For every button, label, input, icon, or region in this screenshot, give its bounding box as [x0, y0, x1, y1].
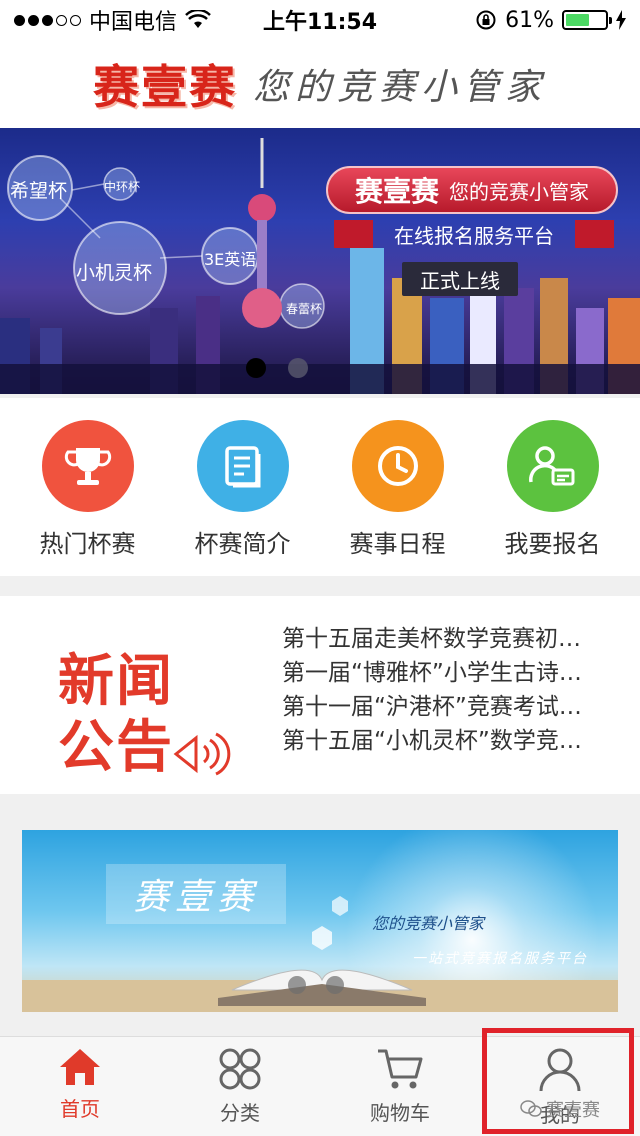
wifi-icon	[185, 10, 211, 28]
wechat-icon	[520, 1100, 542, 1117]
banner-pager	[246, 358, 308, 378]
bubble-label: 3E英语	[204, 250, 257, 269]
news-logo-line2: 公告	[58, 715, 174, 780]
bubble-label: 小机灵杯	[76, 262, 153, 284]
document-icon	[196, 420, 289, 512]
promo-banner[interactable]: 赛壹赛 您的竞赛小管家 一站式竞赛报名服务平台	[22, 830, 618, 1012]
news-section: 新闻 公告 第十五届走美杯数学竞赛初… 第一届“博雅杯”小学生古诗… 第十一届“…	[0, 596, 640, 794]
status-left: 中国电信	[14, 4, 211, 36]
megaphone-icon	[173, 732, 231, 776]
banner-title: 赛壹赛	[354, 175, 439, 208]
watermark: 赛壹赛	[520, 1096, 600, 1122]
news-item[interactable]: 第十五届走美杯数学竞赛初…	[282, 622, 630, 656]
hero-banner[interactable]: 希望杯 中环杯 小机灵杯 3E英语 春蕾杯 赛壹赛 您的竞赛小管家 在线报名服务…	[0, 128, 640, 394]
news-logo: 新闻 公告	[50, 620, 240, 780]
banner-launch-badge: 正式上线	[402, 262, 518, 296]
tab-label: 购物车	[370, 1101, 430, 1125]
pager-dot-active[interactable]	[246, 358, 266, 378]
banner-title-sub: 您的竞赛小管家	[449, 179, 589, 204]
battery-percent: 61%	[505, 7, 554, 33]
category-register[interactable]: 我要报名	[483, 420, 623, 576]
status-bar: 中国电信 上午11:54 61%	[0, 0, 640, 40]
category-schedule[interactable]: 赛事日程	[328, 420, 468, 576]
bubble-label: 希望杯	[10, 180, 68, 202]
rotation-lock-icon	[476, 10, 496, 30]
carrier-label: 中国电信	[89, 10, 178, 35]
promo-title: 赛壹赛	[106, 864, 286, 924]
category-icon	[219, 1048, 261, 1090]
tab-home[interactable]: 首页	[0, 1037, 160, 1136]
trophy-icon	[41, 420, 134, 512]
news-item[interactable]: 第十一届“沪港杯”竞赛考试…	[282, 690, 630, 724]
promo-pager	[288, 976, 344, 994]
pager-dot[interactable]	[288, 976, 306, 994]
tab-label: 分类	[220, 1101, 260, 1125]
news-item[interactable]: 第一届“博雅杯”小学生古诗…	[282, 656, 630, 690]
category-label: 赛事日程	[349, 530, 446, 558]
tab-cart[interactable]: 购物车	[320, 1037, 480, 1136]
bubble-label: 春蕾杯	[286, 302, 323, 316]
user-form-icon	[506, 420, 599, 512]
watermark-text: 赛壹赛	[546, 1100, 600, 1121]
tab-label: 首页	[60, 1097, 100, 1121]
tab-category[interactable]: 分类	[160, 1037, 320, 1136]
news-list: 第十五届走美杯数学竞赛初… 第一届“博雅杯”小学生古诗… 第十一届“沪港杯”竞赛…	[282, 622, 630, 758]
promo-line1: 您的竞赛小管家	[372, 914, 485, 933]
category-hot-cups[interactable]: 热门杯赛	[18, 420, 158, 576]
app-logo: 赛壹赛	[92, 60, 237, 114]
clock-icon	[351, 420, 444, 512]
news-item[interactable]: 第十五届“小机灵杯”数学竞…	[282, 724, 630, 758]
pager-dot[interactable]	[288, 358, 308, 378]
banner-title-box: 赛壹赛 您的竞赛小管家	[326, 166, 618, 214]
app-slogan: 您的竞赛小管家	[252, 67, 547, 108]
banner-subtitle: 在线报名服务平台	[334, 220, 614, 248]
category-label: 我要报名	[504, 530, 601, 558]
category-label: 杯赛简介	[194, 530, 291, 558]
pager-dot[interactable]	[326, 976, 344, 994]
battery-icon	[562, 10, 612, 30]
category-cup-intro[interactable]: 杯赛简介	[173, 420, 313, 576]
charging-icon	[616, 10, 626, 30]
signal-icon	[14, 14, 81, 26]
app-header: 赛壹赛 您的竞赛小管家	[0, 40, 640, 128]
promo-line2: 一站式竞赛报名服务平台	[412, 951, 588, 967]
status-right: 61%	[475, 8, 626, 33]
bubble-label: 中环杯	[104, 180, 141, 194]
cart-icon	[378, 1049, 423, 1089]
home-icon	[60, 1049, 100, 1085]
category-grid: 热门杯赛 杯赛简介 赛事日程 我要报名	[0, 398, 640, 576]
category-label: 热门杯赛	[39, 530, 136, 558]
